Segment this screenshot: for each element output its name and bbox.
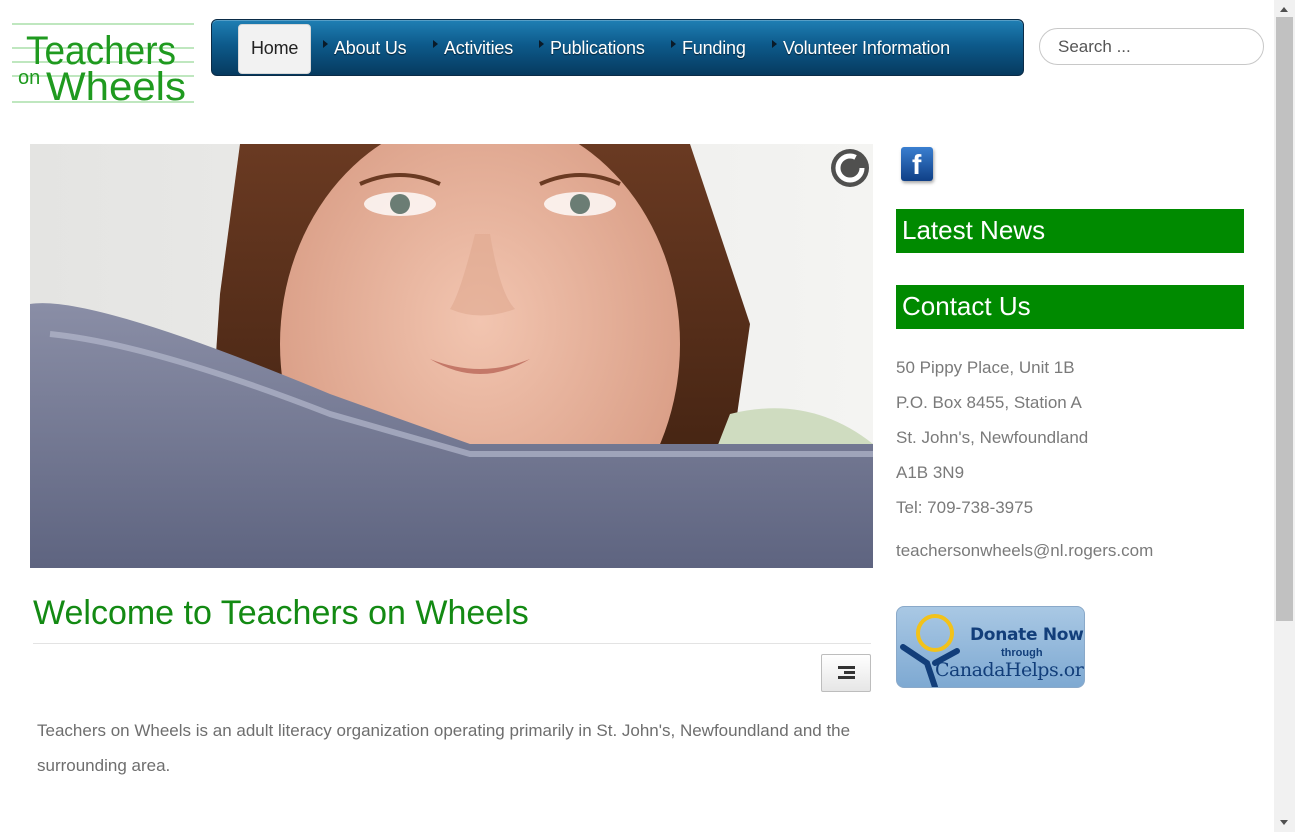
nav-about-us-label: About Us: [334, 38, 407, 58]
list-icon: [838, 666, 855, 681]
contact-phone: Tel: 709-738-3975: [896, 498, 1034, 517]
scroll-up-arrow-icon[interactable]: [1274, 0, 1295, 17]
nav-arrow-icon: [323, 40, 328, 48]
nav-arrow-icon: [671, 40, 676, 48]
latest-news-heading: Latest News: [896, 209, 1244, 253]
contact-email[interactable]: teachersonwheels@nl.rogers.com: [896, 541, 1153, 561]
facebook-icon[interactable]: f: [901, 147, 933, 181]
nav-home-label: Home: [251, 38, 299, 58]
logo-text-on: on: [18, 67, 40, 89]
donate-now-button[interactable]: Donate Now through CanadaHelps.org: [896, 606, 1085, 688]
nav-arrow-icon: [433, 40, 438, 48]
main-nav: Home About Us Activities Publications Fu…: [211, 19, 1024, 76]
nav-volunteer-information[interactable]: Volunteer Information: [772, 25, 950, 74]
contact-postal-code: A1B 3N9: [896, 463, 965, 482]
contact-address-line2: P.O. Box 8455, Station A: [896, 393, 1082, 412]
nav-about-us[interactable]: About Us: [323, 25, 407, 74]
page-scrollbar[interactable]: [1274, 0, 1295, 832]
page-title: Welcome to Teachers on Wheels: [33, 594, 529, 632]
donate-label: Donate Now: [970, 625, 1084, 645]
article-tools-button[interactable]: [821, 654, 871, 692]
nav-home[interactable]: Home: [238, 24, 312, 74]
nav-publications-label: Publications: [550, 38, 645, 58]
contact-address-line1: 50 Pippy Place, Unit 1B: [896, 358, 1075, 377]
contact-us-heading: Contact Us: [896, 285, 1244, 329]
article-body: Teachers on Wheels is an adult literacy …: [37, 721, 851, 775]
nav-volunteer-information-label: Volunteer Information: [783, 38, 950, 58]
logo-text-wheels: Wheels: [46, 65, 186, 106]
nav-funding[interactable]: Funding: [671, 25, 746, 74]
nav-arrow-icon: [539, 40, 544, 48]
title-divider: [33, 643, 871, 644]
nav-activities-label: Activities: [444, 38, 514, 58]
scroll-thumb[interactable]: [1276, 17, 1293, 621]
hero-image: [30, 144, 873, 568]
contact-city: St. John's, Newfoundland: [896, 428, 1089, 447]
scroll-down-arrow-icon[interactable]: [1274, 815, 1295, 832]
search-input[interactable]: [1039, 28, 1264, 65]
nav-publications[interactable]: Publications: [539, 25, 645, 74]
nav-arrow-icon: [772, 40, 777, 48]
nav-funding-label: Funding: [682, 38, 746, 58]
donate-through-label: through: [1001, 647, 1043, 659]
canadahelps-label: CanadaHelps.org: [935, 659, 1085, 681]
site-logo[interactable]: Teachers on Wheels: [12, 18, 194, 106]
slideshow-loader-icon: [831, 149, 869, 187]
nav-activities[interactable]: Activities: [433, 25, 514, 74]
